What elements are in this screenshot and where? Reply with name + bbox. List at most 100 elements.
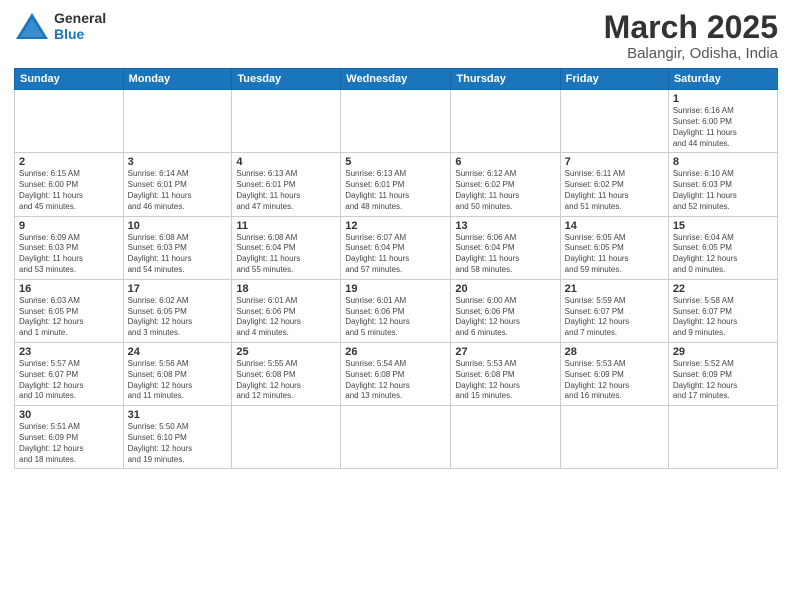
day-number: 26 [345, 346, 446, 358]
day-info: Sunrise: 6:01 AM Sunset: 6:06 PM Dayligh… [236, 296, 336, 339]
day-info: Sunrise: 6:04 AM Sunset: 6:05 PM Dayligh… [673, 233, 773, 276]
table-row: 16Sunrise: 6:03 AM Sunset: 6:05 PM Dayli… [15, 279, 124, 342]
day-number: 6 [455, 156, 555, 168]
day-number: 12 [345, 220, 446, 232]
col-thursday: Thursday [451, 69, 560, 90]
table-row: 12Sunrise: 6:07 AM Sunset: 6:04 PM Dayli… [341, 216, 451, 279]
table-row [668, 406, 777, 469]
day-info: Sunrise: 6:01 AM Sunset: 6:06 PM Dayligh… [345, 296, 446, 339]
table-row: 3Sunrise: 6:14 AM Sunset: 6:01 PM Daylig… [123, 153, 232, 216]
table-row: 6Sunrise: 6:12 AM Sunset: 6:02 PM Daylig… [451, 153, 560, 216]
day-info: Sunrise: 5:51 AM Sunset: 6:09 PM Dayligh… [19, 422, 119, 465]
table-row: 2Sunrise: 6:15 AM Sunset: 6:00 PM Daylig… [15, 153, 124, 216]
table-row [232, 406, 341, 469]
day-number: 3 [128, 156, 228, 168]
day-number: 2 [19, 156, 119, 168]
table-row: 13Sunrise: 6:06 AM Sunset: 6:04 PM Dayli… [451, 216, 560, 279]
day-info: Sunrise: 6:12 AM Sunset: 6:02 PM Dayligh… [455, 169, 555, 212]
page: General Blue March 2025 Balangir, Odisha… [0, 0, 792, 612]
day-number: 28 [565, 346, 664, 358]
col-sunday: Sunday [15, 69, 124, 90]
day-info: Sunrise: 5:55 AM Sunset: 6:08 PM Dayligh… [236, 359, 336, 402]
day-info: Sunrise: 6:08 AM Sunset: 6:04 PM Dayligh… [236, 233, 336, 276]
table-row: 19Sunrise: 6:01 AM Sunset: 6:06 PM Dayli… [341, 279, 451, 342]
day-number: 16 [19, 283, 119, 295]
day-info: Sunrise: 6:13 AM Sunset: 6:01 PM Dayligh… [236, 169, 336, 212]
table-row: 11Sunrise: 6:08 AM Sunset: 6:04 PM Dayli… [232, 216, 341, 279]
table-row: 17Sunrise: 6:02 AM Sunset: 6:05 PM Dayli… [123, 279, 232, 342]
table-row: 23Sunrise: 5:57 AM Sunset: 6:07 PM Dayli… [15, 342, 124, 405]
day-info: Sunrise: 5:56 AM Sunset: 6:08 PM Dayligh… [128, 359, 228, 402]
day-number: 4 [236, 156, 336, 168]
subtitle: Balangir, Odisha, India [604, 45, 778, 62]
table-row: 30Sunrise: 5:51 AM Sunset: 6:09 PM Dayli… [15, 406, 124, 469]
calendar-week-row: 23Sunrise: 5:57 AM Sunset: 6:07 PM Dayli… [15, 342, 778, 405]
table-row: 22Sunrise: 5:58 AM Sunset: 6:07 PM Dayli… [668, 279, 777, 342]
calendar-table: Sunday Monday Tuesday Wednesday Thursday… [14, 68, 778, 469]
day-number: 23 [19, 346, 119, 358]
month-title: March 2025 [604, 10, 778, 45]
table-row [560, 406, 668, 469]
day-info: Sunrise: 6:05 AM Sunset: 6:05 PM Dayligh… [565, 233, 664, 276]
day-info: Sunrise: 6:07 AM Sunset: 6:04 PM Dayligh… [345, 233, 446, 276]
table-row [15, 90, 124, 153]
day-number: 21 [565, 283, 664, 295]
title-area: March 2025 Balangir, Odisha, India [604, 10, 778, 62]
day-info: Sunrise: 5:52 AM Sunset: 6:09 PM Dayligh… [673, 359, 773, 402]
day-info: Sunrise: 6:10 AM Sunset: 6:03 PM Dayligh… [673, 169, 773, 212]
table-row: 25Sunrise: 5:55 AM Sunset: 6:08 PM Dayli… [232, 342, 341, 405]
logo: General Blue [14, 10, 106, 42]
day-number: 15 [673, 220, 773, 232]
day-number: 13 [455, 220, 555, 232]
table-row: 18Sunrise: 6:01 AM Sunset: 6:06 PM Dayli… [232, 279, 341, 342]
day-number: 24 [128, 346, 228, 358]
table-row: 9Sunrise: 6:09 AM Sunset: 6:03 PM Daylig… [15, 216, 124, 279]
day-number: 11 [236, 220, 336, 232]
calendar-header-row: Sunday Monday Tuesday Wednesday Thursday… [15, 69, 778, 90]
table-row: 14Sunrise: 6:05 AM Sunset: 6:05 PM Dayli… [560, 216, 668, 279]
day-number: 18 [236, 283, 336, 295]
day-number: 30 [19, 409, 119, 421]
table-row [123, 90, 232, 153]
table-row: 21Sunrise: 5:59 AM Sunset: 6:07 PM Dayli… [560, 279, 668, 342]
day-info: Sunrise: 5:59 AM Sunset: 6:07 PM Dayligh… [565, 296, 664, 339]
day-info: Sunrise: 6:08 AM Sunset: 6:03 PM Dayligh… [128, 233, 228, 276]
day-info: Sunrise: 6:16 AM Sunset: 6:00 PM Dayligh… [673, 106, 773, 149]
day-number: 7 [565, 156, 664, 168]
col-saturday: Saturday [668, 69, 777, 90]
calendar-week-row: 2Sunrise: 6:15 AM Sunset: 6:00 PM Daylig… [15, 153, 778, 216]
day-info: Sunrise: 6:14 AM Sunset: 6:01 PM Dayligh… [128, 169, 228, 212]
day-number: 14 [565, 220, 664, 232]
calendar-week-row: 30Sunrise: 5:51 AM Sunset: 6:09 PM Dayli… [15, 406, 778, 469]
col-tuesday: Tuesday [232, 69, 341, 90]
table-row: 10Sunrise: 6:08 AM Sunset: 6:03 PM Dayli… [123, 216, 232, 279]
col-wednesday: Wednesday [341, 69, 451, 90]
day-info: Sunrise: 6:00 AM Sunset: 6:06 PM Dayligh… [455, 296, 555, 339]
table-row: 31Sunrise: 5:50 AM Sunset: 6:10 PM Dayli… [123, 406, 232, 469]
col-friday: Friday [560, 69, 668, 90]
day-info: Sunrise: 5:57 AM Sunset: 6:07 PM Dayligh… [19, 359, 119, 402]
table-row: 27Sunrise: 5:53 AM Sunset: 6:08 PM Dayli… [451, 342, 560, 405]
day-number: 25 [236, 346, 336, 358]
day-number: 27 [455, 346, 555, 358]
table-row: 28Sunrise: 5:53 AM Sunset: 6:09 PM Dayli… [560, 342, 668, 405]
day-number: 31 [128, 409, 228, 421]
table-row [341, 90, 451, 153]
table-row: 29Sunrise: 5:52 AM Sunset: 6:09 PM Dayli… [668, 342, 777, 405]
day-number: 10 [128, 220, 228, 232]
day-info: Sunrise: 6:11 AM Sunset: 6:02 PM Dayligh… [565, 169, 664, 212]
day-info: Sunrise: 5:53 AM Sunset: 6:09 PM Dayligh… [565, 359, 664, 402]
day-number: 8 [673, 156, 773, 168]
day-number: 9 [19, 220, 119, 232]
day-number: 5 [345, 156, 446, 168]
table-row: 7Sunrise: 6:11 AM Sunset: 6:02 PM Daylig… [560, 153, 668, 216]
calendar-week-row: 9Sunrise: 6:09 AM Sunset: 6:03 PM Daylig… [15, 216, 778, 279]
table-row [341, 406, 451, 469]
table-row: 4Sunrise: 6:13 AM Sunset: 6:01 PM Daylig… [232, 153, 341, 216]
day-info: Sunrise: 6:02 AM Sunset: 6:05 PM Dayligh… [128, 296, 228, 339]
table-row: 5Sunrise: 6:13 AM Sunset: 6:01 PM Daylig… [341, 153, 451, 216]
col-monday: Monday [123, 69, 232, 90]
day-number: 17 [128, 283, 228, 295]
day-info: Sunrise: 6:03 AM Sunset: 6:05 PM Dayligh… [19, 296, 119, 339]
table-row: 15Sunrise: 6:04 AM Sunset: 6:05 PM Dayli… [668, 216, 777, 279]
